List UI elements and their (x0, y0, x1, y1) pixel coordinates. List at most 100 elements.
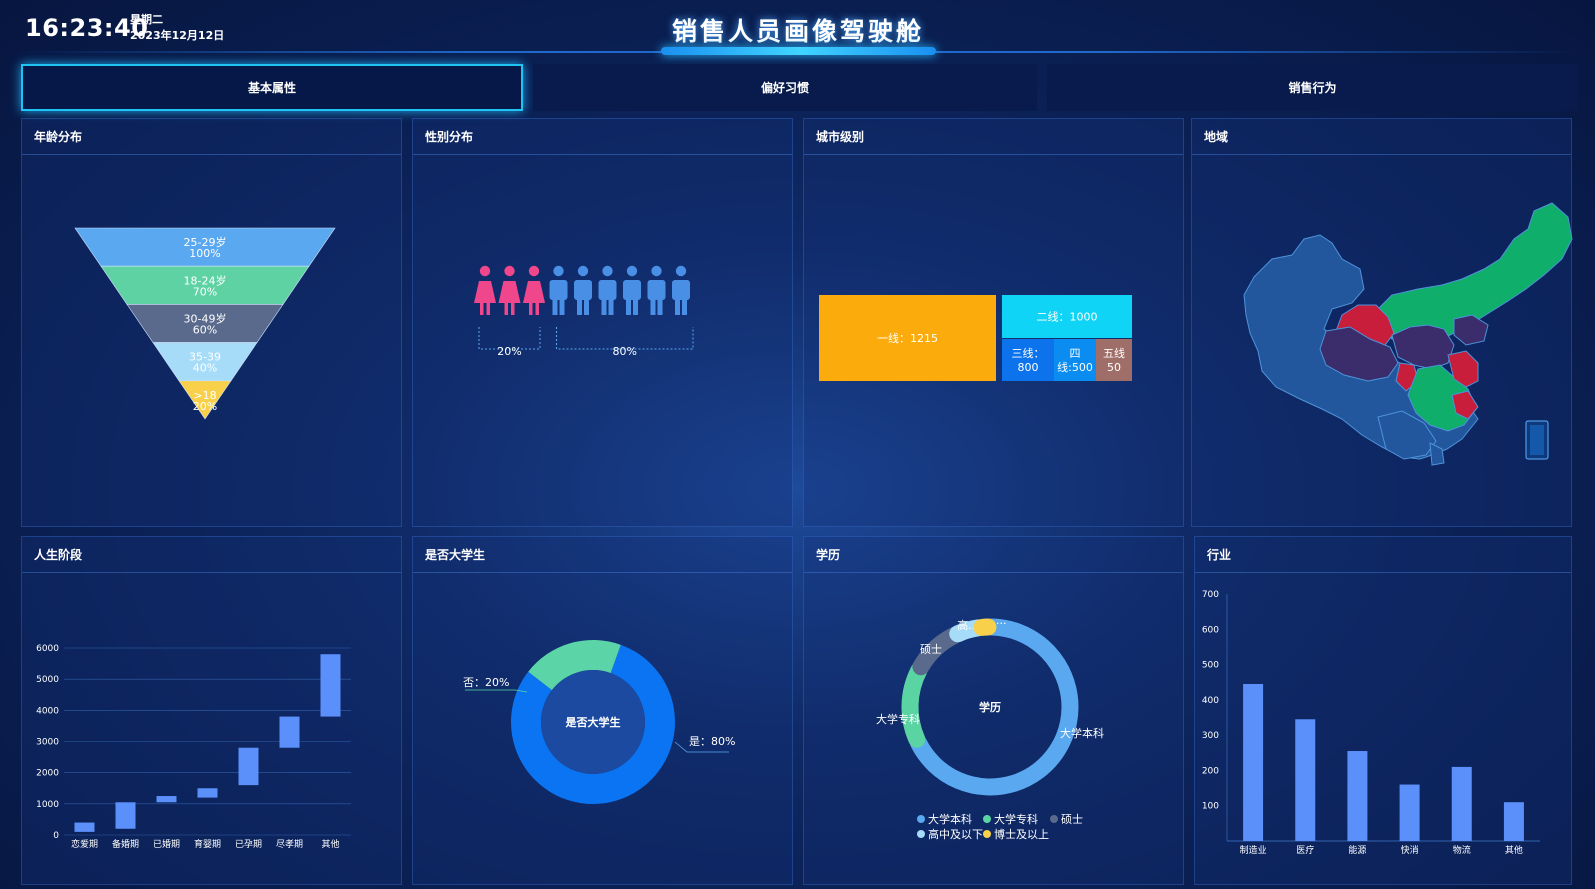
panel-life-stage: 人生阶段 0 1000 2000 3000 4000 5000 6000 恋爱期 备婚期 已婚期育… (21, 536, 402, 885)
legend-swatch (983, 815, 991, 823)
icon-head (602, 265, 613, 277)
bar (1295, 719, 1316, 841)
female-icon (523, 265, 545, 315)
y-tick-label: 200 (1202, 766, 1219, 776)
x-tick-label: 已婚期 (153, 838, 180, 850)
legend-label: 大学专科 (994, 812, 1038, 826)
male-icon (647, 265, 666, 315)
icon-leg (675, 299, 680, 315)
icon-leg (608, 299, 614, 315)
treemap-cell (1054, 339, 1096, 381)
female-icon (498, 265, 521, 315)
ring-slice-label: 大学专科 (876, 712, 920, 726)
college-donut-chart: 是否大学生是：80% 否：20% (463, 640, 735, 804)
icon-leg (480, 303, 484, 315)
legend-label: 大学本科 (928, 812, 972, 826)
legend-swatch (983, 830, 991, 838)
icon-leg (657, 299, 663, 315)
bar (1399, 784, 1420, 841)
icon-head (675, 265, 687, 277)
weekday: 星期二 (130, 13, 163, 26)
panel-gender-distribution: 性别分布 20% 80% (412, 118, 793, 527)
tab-basic-attributes[interactable]: 基本属性 (21, 64, 523, 111)
ring-slice-label: 大学本科 (1060, 726, 1104, 740)
icon-head (651, 265, 662, 277)
bar (238, 747, 259, 786)
china-map[interactable] (1192, 119, 1573, 528)
bar (279, 716, 300, 748)
panel-age-distribution: 年龄分布 25-29岁 100% 18-24岁 70% 30-49岁 60% 35-39 40… (21, 118, 402, 527)
treemap-label: 线:500 (1057, 360, 1093, 374)
map-shapes (1243, 202, 1573, 466)
icon-leg (559, 299, 565, 315)
title-underline (661, 47, 936, 55)
y-tick-label: 2000 (36, 769, 59, 779)
bar (197, 788, 218, 798)
education-ring-chart: 大学本科大学专科硕士高... ...学历大学本科 大学专科 硕士高中及以下 博士及以上 (876, 614, 1104, 841)
slice-label-no: 否：20% (463, 676, 509, 689)
icon-body (623, 280, 641, 300)
y-tick-label: 600 (1202, 625, 1219, 635)
life-stage-bar-chart: 0 1000 2000 3000 4000 5000 6000 恋爱期 备婚期 已婚期 育婴期 已孕期… (36, 644, 351, 850)
header: 16:23:40 星期二 2023年12月12日 销售人员画像驾驶舱 (0, 0, 1595, 58)
funnel-value: 20% (193, 400, 217, 413)
icon-body (672, 280, 690, 300)
x-tick-label: 尽孝期 (276, 839, 303, 850)
date-block: 星期二 2023年12月12日 (130, 12, 224, 44)
treemap-label: 五线 (1103, 346, 1125, 360)
male-icon (672, 265, 690, 315)
ring-center-label: 学历 (979, 700, 1001, 714)
treemap-label: 四 (1070, 347, 1081, 360)
bar (115, 802, 136, 829)
icon-leg (486, 303, 490, 315)
y-tick-label: 6000 (36, 644, 59, 654)
panel-city-level: 城市级别 一线：1215 二线：1000 三线： 800 四线:500 五线 50 (803, 118, 1184, 527)
icon-dress (523, 281, 545, 303)
y-tick-label: 300 (1202, 731, 1219, 741)
bar (320, 654, 341, 717)
tab-preferences[interactable]: 偏好习惯 (533, 64, 1037, 111)
icon-head (504, 265, 515, 277)
funnel-value: 100% (189, 247, 220, 260)
male-percent-label: 80% (613, 345, 637, 358)
age-funnel-chart: 25-29岁100%18-24岁70%30-49岁60%35-3940%>182… (74, 227, 336, 420)
y-tick-label: 3000 (36, 738, 59, 748)
x-tick-label: 制造业 (1240, 844, 1267, 856)
icon-leg (535, 303, 539, 315)
icon-head (528, 265, 540, 277)
icon-leg (511, 303, 515, 315)
male-icon (598, 265, 617, 315)
icon-leg (601, 299, 607, 315)
gender-pictorial-chart: 20% 80% (474, 265, 694, 358)
bar (1243, 683, 1264, 841)
ring-slice-label: 硕士 (920, 643, 942, 656)
x-tick-label: 育婴期 (194, 838, 221, 850)
panel-education: 学历 大学本科 大学专科 硕士 高...... 学历 大学本科 大学专科 硕士 高中及以下 博士及… (803, 536, 1184, 885)
page-title: 销售人员画像驾驶舱 (671, 17, 924, 46)
funnel-value: 70% (193, 285, 217, 298)
legend-swatch (917, 815, 925, 823)
y-tick-label: 0 (53, 831, 59, 841)
female-icon (474, 265, 496, 315)
date: 2023年12月12日 (130, 29, 225, 42)
x-tick-label: 能源 (1348, 844, 1366, 856)
treemap-label: 二线：1000 (1037, 310, 1098, 324)
tab-sales-behavior[interactable]: 销售行为 (1047, 64, 1578, 111)
legend-label: 硕士 (1061, 813, 1083, 826)
icon-leg (529, 303, 533, 315)
treemap-cell (1002, 339, 1054, 381)
icon-leg (633, 299, 638, 315)
map-zoom-control[interactable] (1525, 420, 1549, 460)
treemap-label: 一线：1215 (877, 331, 938, 345)
bar (1503, 802, 1524, 841)
icon-body (647, 280, 666, 300)
industry-bar-chart: 100 200 300 400 500 600 700 制造业 医疗 能源 快消 物流 其他 (1202, 590, 1540, 856)
treemap-cell (1096, 339, 1132, 381)
female-percent-label: 20% (497, 345, 521, 358)
bar (1347, 751, 1368, 841)
x-tick-label: 备婚期 (112, 838, 139, 850)
icon-head (553, 265, 564, 277)
icon-leg (577, 299, 582, 315)
icon-body (549, 280, 568, 300)
icon-leg (504, 303, 508, 315)
